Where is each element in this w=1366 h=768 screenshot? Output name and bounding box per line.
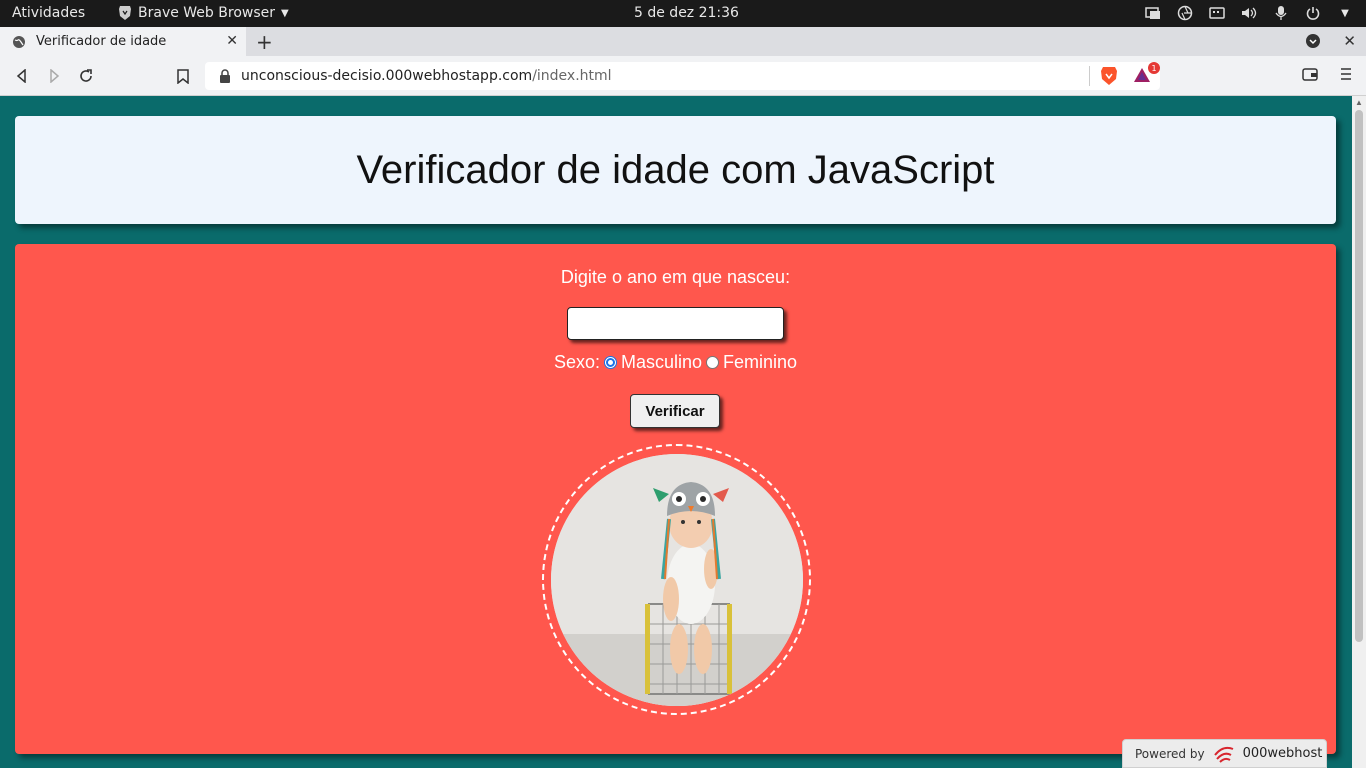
tab-title: Verificador de idade [36, 34, 167, 49]
header-card: Verificador de idade com JavaScript [15, 116, 1336, 224]
microphone-icon[interactable] [1272, 4, 1290, 22]
option-masculino-label[interactable]: Masculino [621, 352, 702, 373]
baby-illustration [551, 454, 803, 706]
url-path: /index.html [532, 68, 612, 84]
back-arrow-icon [16, 69, 26, 83]
year-prompt: Digite o ano em que nasceu: [560, 267, 791, 287]
scroll-up-icon[interactable]: ▲ [1355, 98, 1363, 107]
chevron-down-icon[interactable]: ▼ [1336, 4, 1354, 22]
vertical-scrollbar[interactable]: ▲ [1352, 96, 1366, 768]
url-host: unconscious-decisio.000webhostapp.com [241, 68, 533, 84]
close-window-icon[interactable]: ✕ [1343, 32, 1356, 50]
tab-strip: Verificador de idade ✕ + ✕ [0, 27, 1366, 56]
app-name: Brave Web Browser [138, 5, 275, 21]
photo-frame [542, 444, 811, 715]
powered-by-text: Powered by [1135, 746, 1205, 761]
browser-toolbar: unconscious-decisio.000webhostapp.com/in… [0, 56, 1366, 96]
activities-button[interactable]: Atividades [12, 5, 85, 21]
year-input[interactable] [567, 307, 784, 340]
tab-active[interactable]: Verificador de idade ✕ [0, 27, 246, 56]
main-card: Digite o ano em que nasceu: Sexo: Mascul… [15, 244, 1336, 754]
globe-icon [13, 35, 25, 48]
system-top-bar: Atividades Brave Web Browser ▼ 5 de dez … [0, 0, 1366, 27]
scrollbar-thumb[interactable] [1355, 110, 1363, 642]
brave-shields-icon[interactable] [1100, 66, 1118, 86]
verify-button[interactable]: Verificar [630, 394, 720, 428]
close-tab-icon[interactable]: ✕ [226, 33, 238, 49]
hamburger-menu-icon[interactable] [1340, 67, 1352, 81]
radio-feminino[interactable] [706, 356, 720, 369]
clock[interactable]: 5 de dez 21:36 [634, 5, 739, 21]
reload-icon [80, 69, 92, 82]
000webhost-logo-icon [1213, 746, 1233, 763]
chevron-down-icon: ▼ [281, 7, 289, 19]
brave-lion-icon [119, 6, 131, 20]
lock-icon[interactable] [219, 69, 231, 83]
reload-button[interactable] [76, 66, 96, 86]
bookmark-icon [177, 68, 189, 84]
back-button[interactable] [12, 66, 32, 86]
address-bar[interactable]: unconscious-decisio.000webhostapp.com/in… [205, 62, 1160, 90]
aperture-icon[interactable] [1176, 4, 1194, 22]
powered-by-badge[interactable]: Powered by 000webhost [1122, 739, 1327, 768]
tab-search-icon[interactable] [1305, 33, 1321, 49]
app-menu[interactable]: Brave Web Browser ▼ [118, 5, 289, 21]
volume-icon[interactable] [1240, 4, 1258, 22]
sex-row: Sexo: Masculino Feminino [15, 352, 1336, 373]
option-feminino-label[interactable]: Feminino [723, 352, 797, 373]
baby-photo [551, 454, 803, 706]
rewards-badge: 1 [1148, 62, 1160, 74]
keyboard-layout-icon[interactable] [1208, 4, 1226, 22]
wallet-icon[interactable] [1302, 67, 1318, 81]
page-title: Verificador de idade com JavaScript [356, 147, 995, 192]
forward-arrow-icon [50, 69, 60, 83]
power-icon[interactable] [1304, 4, 1322, 22]
radio-masculino[interactable] [603, 356, 617, 369]
brand-name: 000webhost [1242, 746, 1323, 761]
page-viewport: Verificador de idade com JavaScript Digi… [0, 96, 1352, 768]
url-divider [1089, 66, 1090, 86]
screen-share-icon[interactable] [1144, 4, 1162, 22]
sex-label: Sexo: [553, 352, 600, 372]
new-tab-button[interactable]: + [256, 30, 273, 54]
forward-button[interactable] [44, 66, 64, 86]
bookmark-button[interactable] [173, 66, 193, 86]
